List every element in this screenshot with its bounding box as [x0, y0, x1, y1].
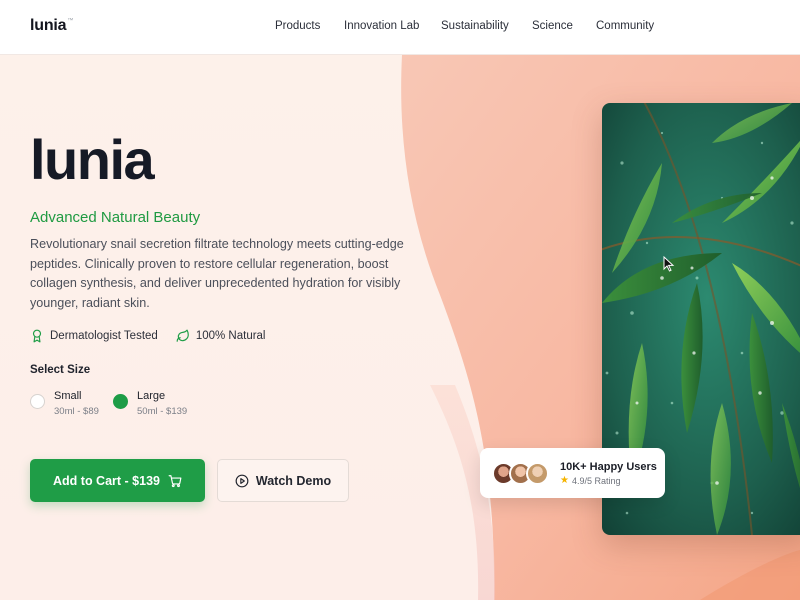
radio-button-selected[interactable] [113, 394, 128, 409]
size-selector-label: Select Size [30, 364, 91, 376]
top-navigation-bar: lunia™ Products Innovation Lab Sustainab… [0, 0, 800, 55]
brand-logo[interactable]: lunia™ [30, 17, 73, 35]
rating-text: 4.9/5 Rating [571, 475, 621, 486]
play-circle-icon [235, 474, 249, 487]
badge-label: Dermatologist Tested [50, 330, 158, 342]
size-option-large[interactable]: Large 50ml - $139 [113, 390, 187, 417]
demo-button-label: Watch Demo [255, 473, 332, 488]
product-title: lunia [30, 128, 155, 191]
size-name: Small [54, 390, 82, 402]
leaf-icon [176, 329, 189, 342]
cart-button-label: Add to Cart - $139 [53, 473, 160, 488]
star-icon: ★ [560, 475, 569, 486]
radio-button[interactable] [30, 394, 45, 409]
add-to-cart-button[interactable]: Add to Cart - $139 [30, 459, 205, 502]
mouse-cursor-icon [663, 256, 675, 272]
nav-community[interactable]: Community [596, 20, 654, 32]
nav-innovation-lab[interactable]: Innovation Lab [344, 20, 419, 32]
product-subtitle: Advanced Natural Beauty [30, 209, 201, 226]
cart-icon [168, 474, 182, 487]
nav-products[interactable]: Products [275, 20, 320, 32]
feature-badges: Dermatologist Tested 100% Natural [30, 329, 266, 343]
users-rating: ★ 4.9/5 Rating [560, 475, 621, 486]
badge-dermatologist: Dermatologist Tested [30, 329, 158, 343]
award-icon [32, 329, 42, 343]
badge-natural: 100% Natural [176, 329, 266, 343]
size-option-small[interactable]: Small 30ml - $89 [30, 390, 99, 417]
size-detail: 30ml - $89 [54, 406, 99, 417]
badge-label: 100% Natural [195, 330, 266, 342]
nav-sustainability[interactable]: Sustainability [441, 20, 509, 32]
size-name: Large [137, 390, 166, 402]
nav-science[interactable]: Science [532, 20, 573, 32]
users-count: 10K+ Happy Users [560, 461, 657, 473]
watch-demo-button[interactable]: Watch Demo [217, 459, 349, 502]
happy-users-card: 10K+ Happy Users ★ 4.9/5 Rating [480, 448, 665, 498]
size-detail: 50ml - $139 [137, 406, 188, 417]
product-description: Revolutionary snail secretion filtrate t… [30, 237, 404, 310]
avatar [526, 462, 549, 485]
